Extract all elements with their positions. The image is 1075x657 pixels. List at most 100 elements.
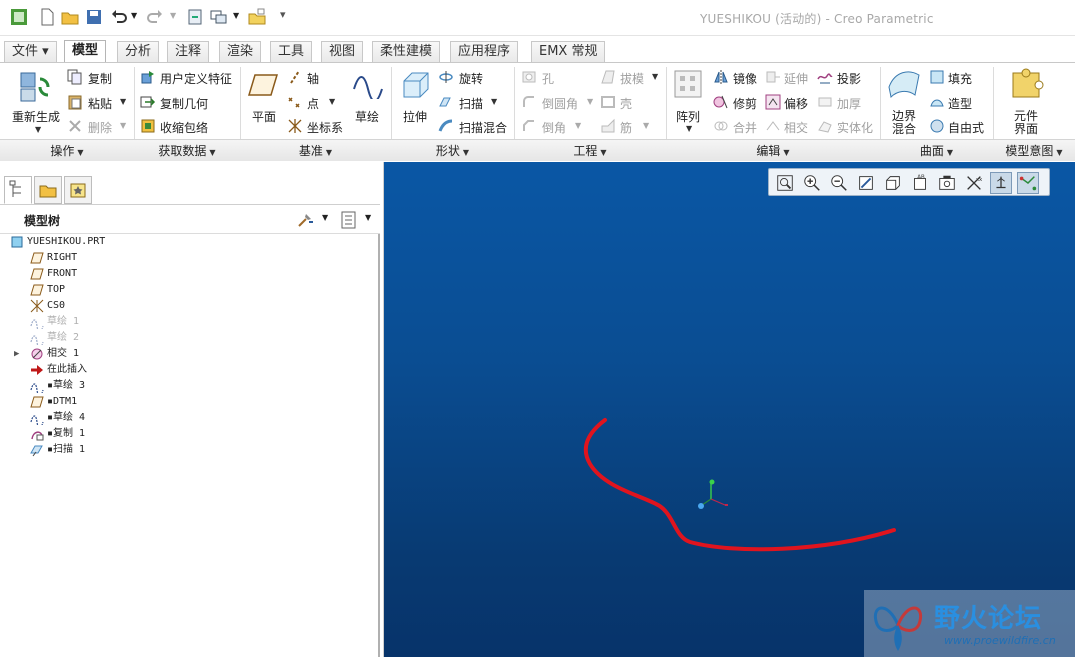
paste-dropdown-icon[interactable]: ▼ (120, 97, 126, 106)
group-datum[interactable]: 基准 ▼ (240, 139, 391, 161)
tab-render[interactable]: 渲染 (219, 41, 262, 62)
tree-item[interactable]: ▪草绘 4 (0, 410, 370, 426)
delete-dropdown-icon[interactable]: ▼ (120, 121, 126, 130)
tab-applications[interactable]: 应用程序 (450, 41, 519, 62)
extend-button[interactable]: 延伸 (784, 70, 808, 87)
round-dropdown-icon[interactable]: ▼ (587, 97, 593, 106)
sweep-curve[interactable] (583, 418, 896, 552)
csys-button[interactable]: 坐标系 (307, 119, 343, 136)
group-surfaces[interactable]: 曲面 ▼ (880, 139, 993, 161)
settings-tools-icon[interactable] (297, 212, 315, 228)
plane-button[interactable]: 平面 (252, 108, 276, 125)
tree-item[interactable]: YUESHIKOU.PRT (0, 234, 370, 250)
point-button[interactable]: 点 (307, 95, 319, 112)
extrude-button[interactable]: 拉伸 (403, 108, 427, 125)
point-dropdown-icon[interactable]: ▼ (329, 97, 335, 106)
creo-app-icon[interactable] (10, 8, 28, 26)
datum-plane-large-icon[interactable] (247, 71, 279, 99)
mirror-button[interactable]: 镜像 (733, 70, 757, 87)
tree-item[interactable]: 草绘 1 (0, 314, 370, 330)
copy-button[interactable]: 复制 (88, 70, 112, 87)
component-interface-icon[interactable] (1010, 67, 1044, 101)
chamfer-button[interactable]: 倒角 (542, 119, 566, 136)
sweep-button[interactable]: 扫描 (459, 95, 483, 112)
style-button[interactable]: 造型 (948, 95, 972, 112)
redo-icon[interactable] (146, 8, 164, 26)
open-folder-icon[interactable] (61, 8, 79, 26)
boundary-blend-icon[interactable] (887, 67, 921, 101)
tree-item[interactable]: ▪DTM1 (0, 394, 370, 410)
regenerate-dropdown-icon[interactable]: ▼ (35, 125, 41, 134)
new-file-icon[interactable] (38, 8, 56, 26)
tree-item[interactable]: TOP (0, 282, 370, 298)
copy-geometry-button[interactable]: 复制几何 (160, 95, 208, 112)
tree-item[interactable]: RIGHT (0, 250, 370, 266)
pattern-button[interactable]: 阵列 (676, 108, 700, 125)
tree-item[interactable]: 草绘 2 (0, 330, 370, 346)
hole-button[interactable]: 孔 (542, 70, 554, 87)
draft-button[interactable]: 拔模 (620, 70, 644, 87)
chamfer-dropdown-icon[interactable]: ▼ (575, 121, 581, 130)
trim-button[interactable]: 修剪 (733, 95, 757, 112)
tree-item[interactable]: 在此插入 (0, 362, 370, 378)
tree-item[interactable]: FRONT (0, 266, 370, 282)
tree-item[interactable]: CS0 (0, 298, 370, 314)
rib-button[interactable]: 筋 (620, 119, 632, 136)
windows-icon[interactable] (210, 8, 228, 26)
solidify-button[interactable]: 实体化 (837, 119, 873, 136)
sweep-dropdown-icon[interactable]: ▼ (491, 97, 497, 106)
freestyle-button[interactable]: 自由式 (948, 119, 984, 136)
tab-view[interactable]: 视图 (321, 41, 364, 62)
tab-folder-browser[interactable] (34, 176, 62, 204)
regenerate-small-icon[interactable] (186, 8, 204, 26)
tab-model-tree[interactable] (4, 176, 32, 204)
tab-model[interactable]: 模型 (64, 40, 107, 63)
graphics-viewport[interactable]: AB xx 野火论坛 www.proewildfire.cn (384, 162, 1075, 657)
settings-dropdown-icon[interactable]: ▼ (322, 213, 328, 222)
undo-icon[interactable] (110, 8, 128, 26)
boundary-blend-label-2[interactable]: 混合 (892, 120, 916, 137)
tree-item[interactable]: ▪复制 1 (0, 426, 370, 442)
tab-analysis[interactable]: 分析 (117, 41, 160, 62)
show-dropdown-icon[interactable]: ▼ (365, 213, 371, 222)
regenerate-icon[interactable] (18, 69, 54, 105)
pattern-icon[interactable] (673, 69, 703, 99)
group-engineering[interactable]: 工程 ▼ (514, 139, 666, 161)
tab-favorites[interactable] (64, 176, 92, 204)
sketch-large-icon[interactable] (352, 71, 384, 99)
pattern-dropdown-icon[interactable]: ▼ (686, 124, 692, 133)
tab-flexible-modeling[interactable]: 柔性建模 (372, 41, 441, 62)
tree-splitter[interactable] (378, 234, 380, 657)
merge-button[interactable]: 合并 (733, 119, 757, 136)
draft-dropdown-icon[interactable]: ▼ (652, 72, 658, 81)
tree-item[interactable]: ▪扫描 1 (0, 442, 370, 458)
offset-button[interactable]: 偏移 (784, 95, 808, 112)
project-button[interactable]: 投影 (837, 70, 861, 87)
group-get-data[interactable]: 获取数据 ▼ (134, 139, 240, 161)
tree-item[interactable]: ▪草绘 3 (0, 378, 370, 394)
undo-dropdown-icon[interactable]: ▼ (131, 11, 137, 20)
tab-emx[interactable]: EMX 常规 (531, 41, 606, 62)
shrinkwrap-button[interactable]: 收缩包络 (160, 119, 208, 136)
swept-blend-button[interactable]: 扫描混合 (459, 119, 507, 136)
group-operations[interactable]: 操作 ▼ (0, 139, 134, 161)
close-window-folder-icon[interactable] (248, 8, 266, 26)
group-shapes[interactable]: 形状 ▼ (391, 139, 514, 161)
fill-button[interactable]: 填充 (948, 70, 972, 87)
tree-item[interactable]: ▶ 相交 1 (0, 346, 370, 362)
intersect-button[interactable]: 相交 (784, 119, 808, 136)
rib-dropdown-icon[interactable]: ▼ (643, 121, 649, 130)
tab-file[interactable]: 文件 ▾ (4, 41, 57, 62)
extrude-icon[interactable] (400, 69, 432, 101)
expand-arrow-icon[interactable]: ▶ (14, 346, 19, 362)
tab-tools[interactable]: 工具 (270, 41, 313, 62)
axis-button[interactable]: 轴 (307, 70, 319, 87)
revolve-button[interactable]: 旋转 (459, 70, 483, 87)
udf-button[interactable]: 用户定义特征 (160, 70, 232, 87)
round-button[interactable]: 倒圆角 (542, 95, 578, 112)
redo-dropdown-icon[interactable]: ▼ (170, 11, 176, 20)
regenerate-button[interactable]: 重新生成 (12, 108, 60, 125)
shell-button[interactable]: 壳 (620, 95, 632, 112)
component-interface-label-2[interactable]: 界面 (1014, 120, 1038, 137)
sketch-button[interactable]: 草绘 (355, 108, 379, 125)
